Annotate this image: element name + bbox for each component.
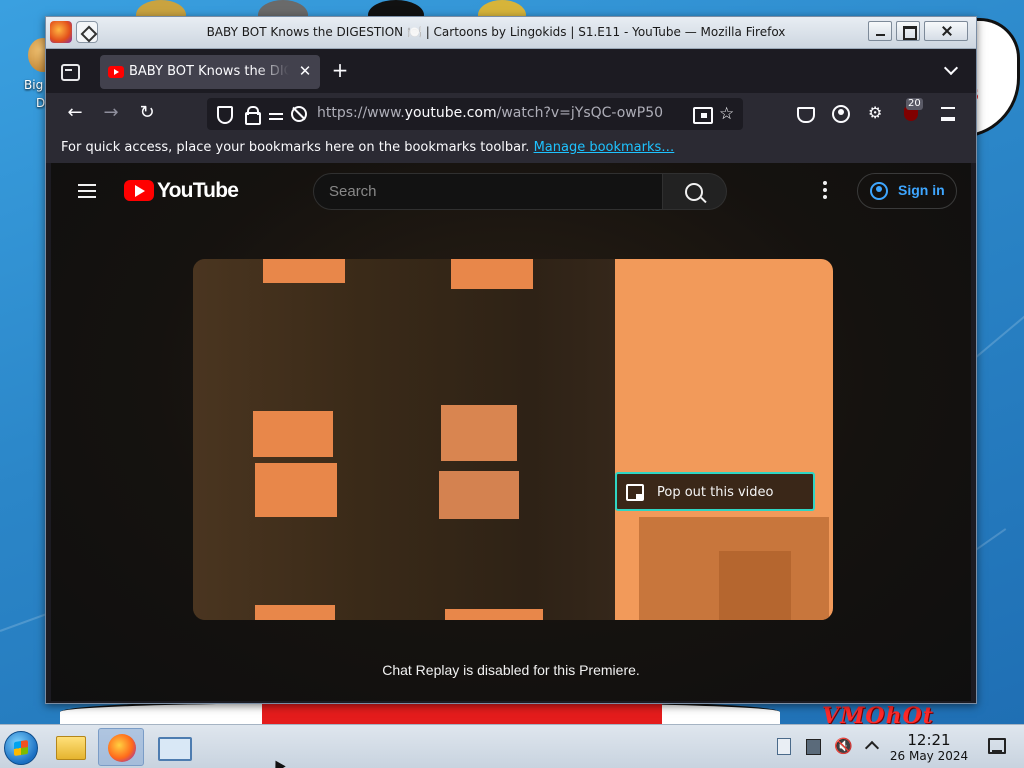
sign-in-label: Sign in [898,182,945,198]
youtube-header: YouTube Search Sign in [51,163,971,219]
account-icon[interactable] [832,105,850,123]
autoplay-blocked-icon[interactable] [291,106,307,122]
video-frame-block [441,405,517,461]
video-frame-block [445,609,543,620]
keep-above-icon[interactable] [76,21,98,43]
extensions-puzzle-icon[interactable]: ⚙ [868,105,886,123]
list-all-tabs-chevron-icon[interactable] [944,63,960,79]
video-frame-block [439,471,519,519]
taskbar: 🔇 12:21 26 May 2024 [0,724,1024,768]
forward-button[interactable]: → [99,102,123,126]
clock-time[interactable]: 12:21 [890,731,968,749]
video-frame-shape [719,551,791,620]
window-titlebar[interactable]: BABY BOT Knows the DIGESTION 🍽️ | Cartoo… [46,17,976,49]
manage-bookmarks-link[interactable]: Manage bookmarks… [534,140,675,155]
wallpaper-text: VMOhOt [822,703,934,724]
clipboard-icon[interactable] [774,737,792,755]
app-menu-icon[interactable] [940,105,958,123]
lock-icon[interactable] [243,106,261,125]
url-host: youtube.com [404,105,497,121]
close-window-button[interactable] [924,21,968,41]
firefox-view-button[interactable] [58,61,80,81]
tab-label: BABY BOT Knows the DIGESTION [129,64,289,79]
show-hidden-icons-chevron-icon[interactable] [862,737,880,755]
firefox-icon[interactable] [50,21,72,43]
pocket-icon[interactable] [796,105,815,123]
address-bar[interactable]: https://www.youtube.com/watch?v=jYsQC-ow… [207,98,743,130]
window-title: BABY BOT Knows the DIGESTION 🍽️ | Cartoo… [206,25,786,39]
video-frame-bright-area [615,259,833,620]
video-player[interactable]: Pop out this video [193,259,833,620]
keyboard-layout-icon[interactable] [804,737,822,755]
minimize-button[interactable] [868,21,892,41]
video-frame-block [255,605,335,620]
bookmarks-message: For quick access, place your bookmarks h… [61,140,534,155]
youtube-favicon-icon [108,66,124,78]
permissions-icon[interactable] [269,106,289,122]
show-desktop-icon[interactable] [988,738,1006,754]
maximize-button[interactable] [896,21,920,41]
youtube-wordmark[interactable]: YouTube [157,179,239,203]
video-frame-block [451,259,533,289]
youtube-settings-more-icon[interactable] [823,181,827,201]
tab-strip: BABY BOT Knows the DIGESTION ✕ + [46,49,976,93]
bookmarks-toolbar: For quick access, place your bookmarks h… [46,135,976,163]
clock-date[interactable]: 26 May 2024 [886,749,972,763]
chat-replay-notice: Chat Replay is disabled for this Premier… [382,662,640,678]
youtube-logo-icon[interactable] [124,180,154,201]
taskbar-terminal-icon[interactable] [150,728,196,766]
reload-button[interactable]: ↻ [135,102,159,126]
back-button[interactable]: ← [63,102,87,126]
bookmark-star-icon[interactable]: ☆ [719,106,735,123]
picture-in-picture-icon[interactable] [693,106,713,124]
account-circle-icon [870,182,888,200]
youtube-page: YouTube Search Sign in Pop out this vide… [51,163,971,701]
volume-muted-icon[interactable]: 🔇 [834,737,853,755]
url-prefix: https://www. [317,105,405,121]
video-frame-block [263,259,345,283]
start-menu-button[interactable] [4,731,38,765]
pop-out-label: Pop out this video [657,485,774,500]
url-path: /watch?v=jYsQC-owP50 [496,105,664,121]
ublock-count-badge: 20 [906,98,923,110]
picture-in-picture-icon [626,484,644,501]
firefox-window: BABY BOT Knows the DIGESTION 🍽️ | Cartoo… [45,16,977,704]
new-tab-button[interactable]: + [330,60,350,81]
close-tab-icon[interactable]: ✕ [296,62,314,82]
navigation-toolbar: ← → ↻ https://www.youtube.com/watch?v=jY… [46,93,976,135]
video-frame-block [255,463,337,517]
tracking-protection-shield-icon[interactable] [215,106,233,124]
youtube-sign-in-button[interactable]: Sign in [857,173,957,209]
video-frame-block [253,411,333,457]
pop-out-video-button[interactable]: Pop out this video [615,472,815,511]
youtube-search-input[interactable]: Search [313,173,663,210]
taskbar-file-manager-icon[interactable] [48,728,94,766]
desktop-icon-label: Big [24,78,44,92]
youtube-guide-menu-icon[interactable] [78,184,96,198]
taskbar-firefox-icon[interactable] [98,728,144,766]
url-text[interactable]: https://www.youtube.com/watch?v=jYsQC-ow… [317,105,677,121]
youtube-search-button[interactable] [663,173,727,210]
tab-youtube[interactable]: BABY BOT Knows the DIGESTION ✕ [100,55,320,89]
